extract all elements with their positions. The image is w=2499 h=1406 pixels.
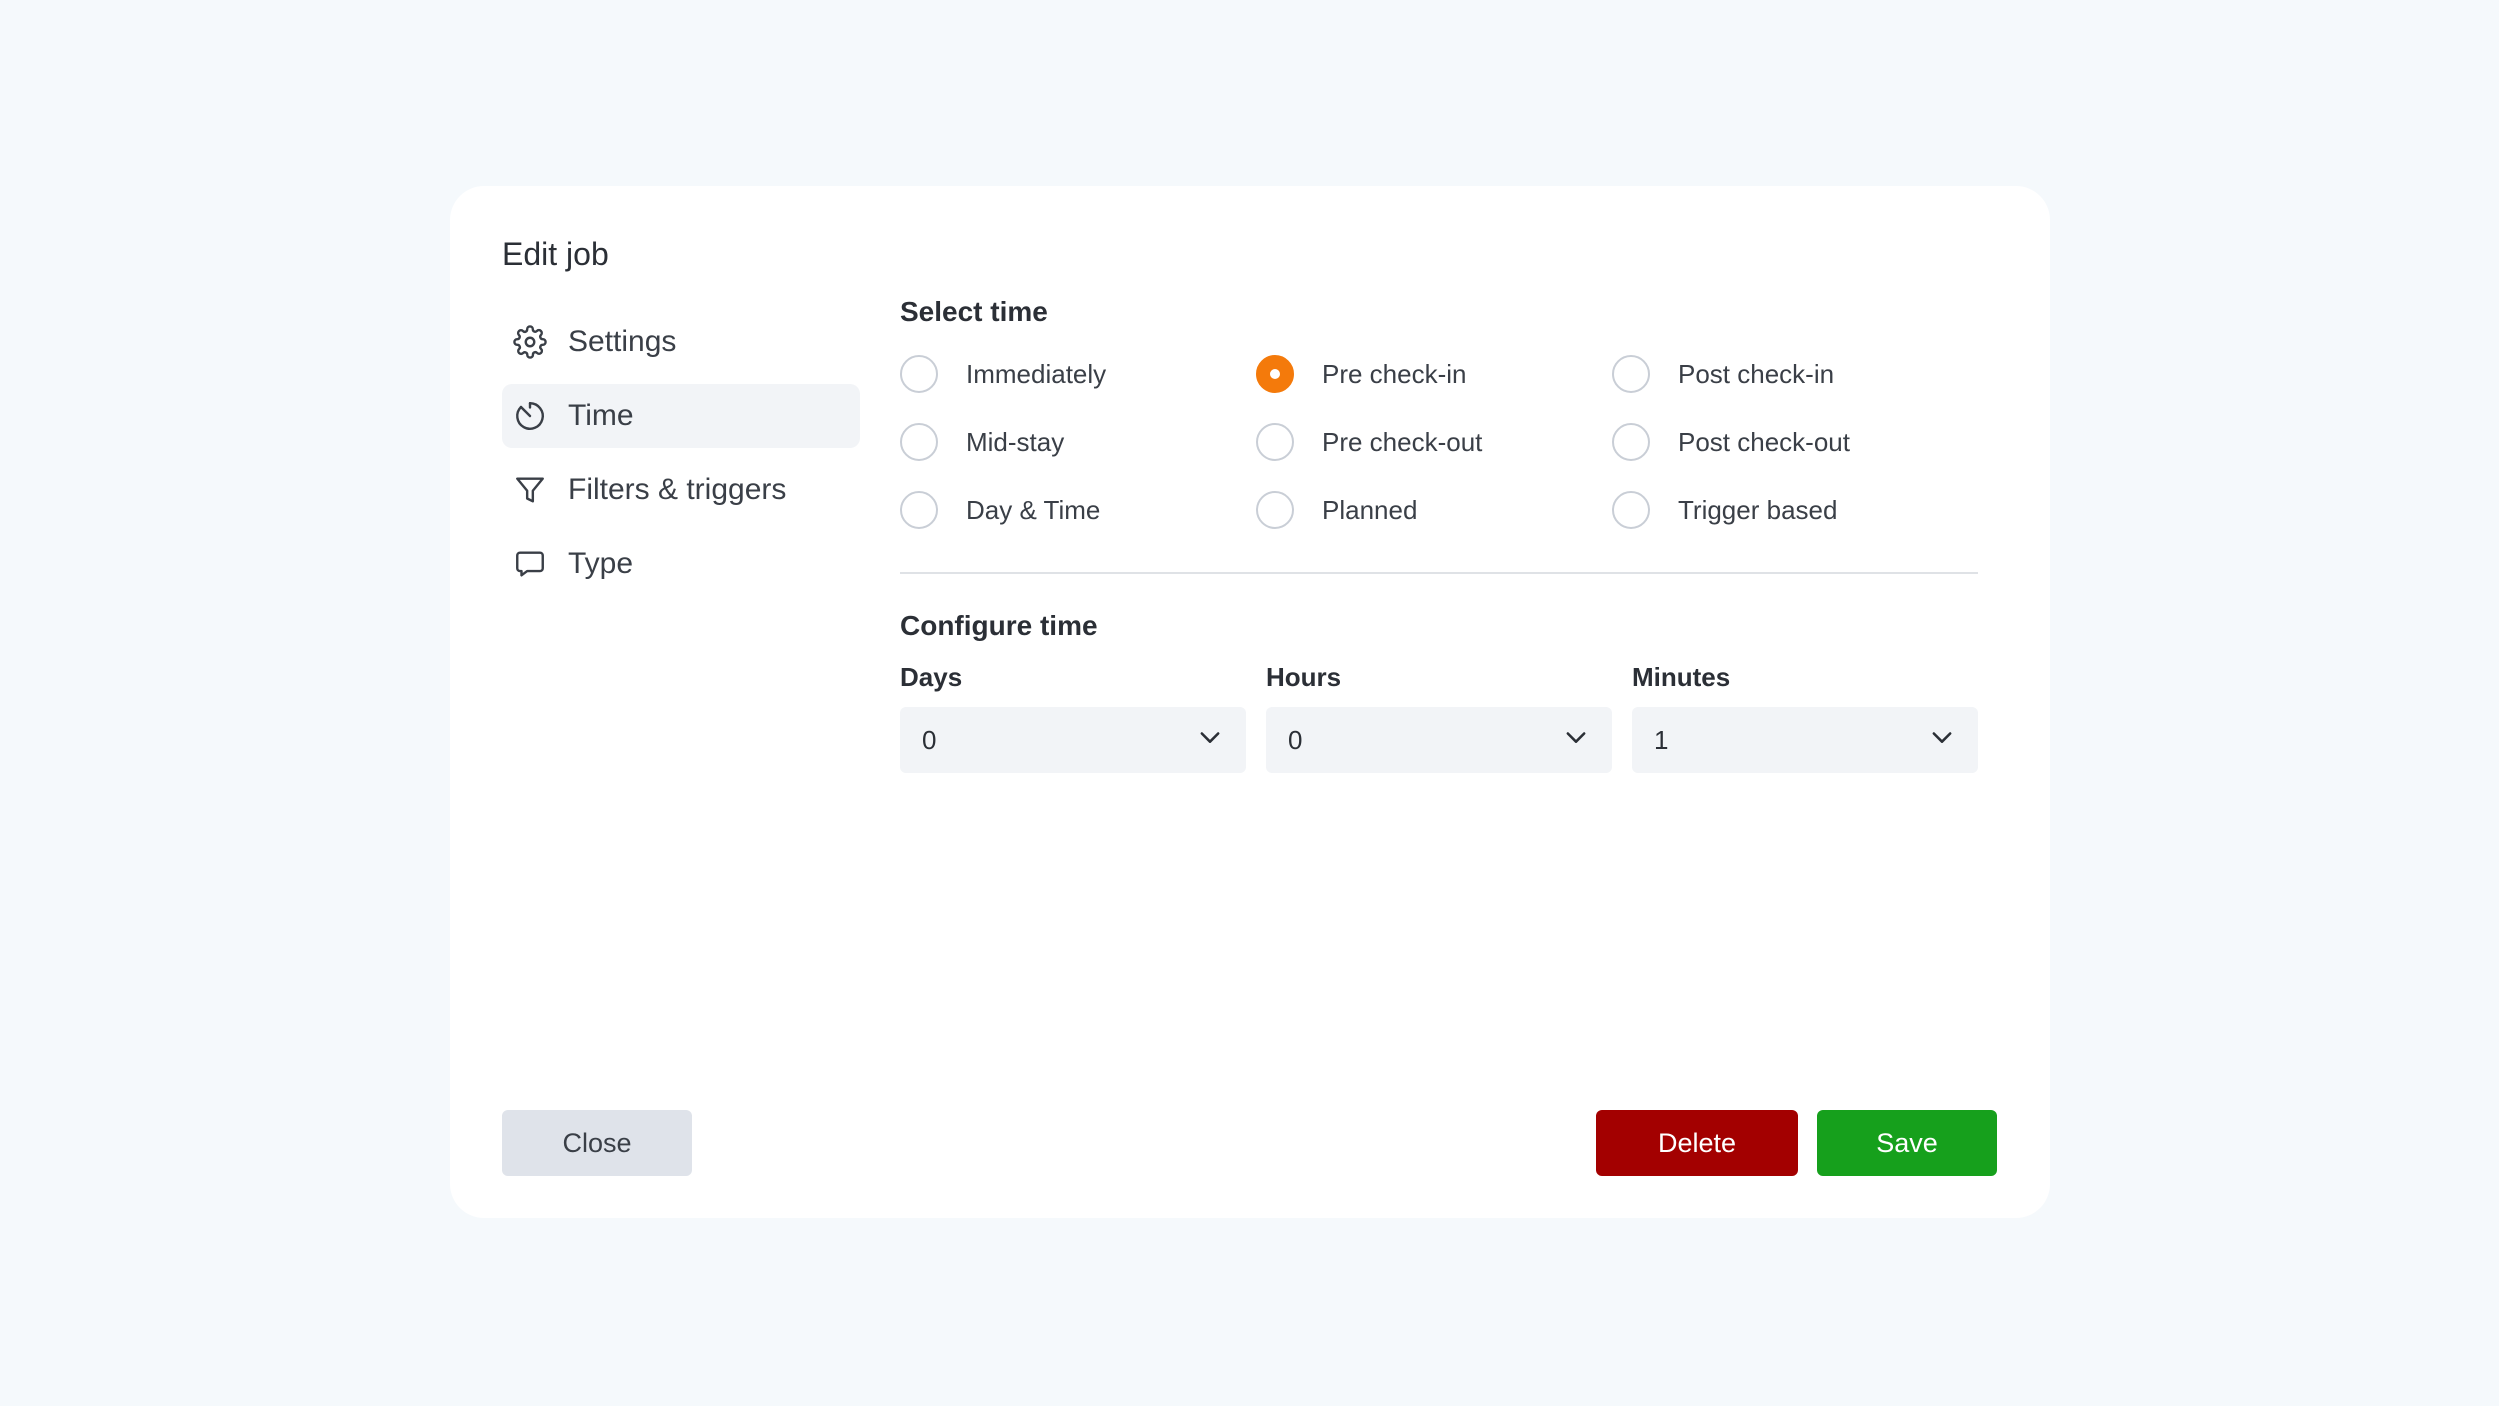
radio-option-pre-check-in[interactable]: Pre check-in bbox=[1256, 340, 1612, 408]
radio-button[interactable] bbox=[900, 491, 938, 529]
time-settings-panel: Select time Immediately Pre check-in Pos… bbox=[900, 296, 1980, 773]
days-value: 0 bbox=[922, 724, 937, 755]
radio-label: Trigger based bbox=[1678, 494, 1838, 525]
chevron-down-icon bbox=[1196, 723, 1224, 758]
radio-label: Post check-in bbox=[1678, 358, 1835, 389]
save-button[interactable]: Save bbox=[1817, 1110, 1997, 1176]
radio-option-post-check-in[interactable]: Post check-in bbox=[1612, 340, 1968, 408]
radio-button[interactable] bbox=[900, 423, 938, 461]
days-label: Days bbox=[900, 662, 963, 692]
sidebar-item-type[interactable]: Type bbox=[502, 532, 860, 596]
sidebar-item-label: Filters & triggers bbox=[568, 473, 787, 506]
radio-option-planned[interactable]: Planned bbox=[1256, 476, 1612, 544]
time-fields: Days 0 Hours 0 Minutes 1 bbox=[900, 662, 1980, 773]
radio-button[interactable] bbox=[1612, 355, 1650, 393]
days-select[interactable]: 0 bbox=[900, 707, 1246, 773]
radio-button[interactable] bbox=[1256, 491, 1294, 529]
sidebar-item-label: Settings bbox=[568, 325, 677, 358]
section-divider bbox=[900, 572, 1978, 574]
radio-label: Pre check-out bbox=[1322, 426, 1483, 457]
sidebar-item-filters-triggers[interactable]: Filters & triggers bbox=[502, 458, 860, 522]
radio-option-immediately[interactable]: Immediately bbox=[900, 340, 1256, 408]
radio-button[interactable] bbox=[900, 355, 938, 393]
radio-button[interactable] bbox=[1256, 355, 1294, 393]
configure-time-heading: Configure time bbox=[900, 610, 1098, 641]
hours-label: Hours bbox=[1266, 662, 1342, 692]
configure-time-section: Configure time Days 0 Hours 0 Minutes 1 bbox=[900, 610, 1980, 773]
chevron-down-icon bbox=[1928, 723, 1956, 758]
radio-button[interactable] bbox=[1256, 423, 1294, 461]
sidebar-item-label: Time bbox=[568, 399, 634, 432]
sidebar-item-label: Type bbox=[568, 547, 634, 580]
radio-option-mid-stay[interactable]: Mid-stay bbox=[900, 408, 1256, 476]
radio-label: Day & Time bbox=[966, 494, 1101, 525]
delete-button[interactable]: Delete bbox=[1596, 1110, 1798, 1176]
close-button[interactable]: Close bbox=[502, 1110, 692, 1176]
minutes-label: Minutes bbox=[1632, 662, 1731, 692]
days-field: Days 0 bbox=[900, 662, 1246, 773]
message-icon bbox=[512, 546, 548, 582]
radio-option-pre-check-out[interactable]: Pre check-out bbox=[1256, 408, 1612, 476]
clock-icon bbox=[512, 398, 548, 434]
radio-label: Planned bbox=[1322, 494, 1418, 525]
select-time-heading: Select time bbox=[900, 296, 1048, 327]
gear-icon bbox=[512, 324, 548, 360]
filter-icon bbox=[512, 472, 548, 508]
radio-label: Immediately bbox=[966, 358, 1107, 389]
minutes-select[interactable]: 1 bbox=[1632, 707, 1978, 773]
hours-value: 0 bbox=[1288, 724, 1303, 755]
minutes-field: Minutes 1 bbox=[1632, 662, 1978, 773]
time-radio-group: Immediately Pre check-in Post check-in M… bbox=[900, 340, 1980, 544]
edit-job-modal: Edit job Settings Time Filters & trigger… bbox=[450, 186, 2050, 1218]
radio-option-day-and-time[interactable]: Day & Time bbox=[900, 476, 1256, 544]
sidebar-item-settings[interactable]: Settings bbox=[502, 310, 860, 374]
minutes-value: 1 bbox=[1654, 724, 1669, 755]
radio-label: Mid-stay bbox=[966, 426, 1065, 457]
radio-option-post-check-out[interactable]: Post check-out bbox=[1612, 408, 1968, 476]
radio-button[interactable] bbox=[1612, 491, 1650, 529]
chevron-down-icon bbox=[1562, 723, 1590, 758]
radio-option-trigger-based[interactable]: Trigger based bbox=[1612, 476, 1968, 544]
hours-field: Hours 0 bbox=[1266, 662, 1612, 773]
sidebar-nav: Settings Time Filters & triggers Type bbox=[502, 310, 860, 606]
hours-select[interactable]: 0 bbox=[1266, 707, 1612, 773]
radio-label: Post check-out bbox=[1678, 426, 1850, 457]
modal-title: Edit job bbox=[502, 236, 609, 272]
radio-label: Pre check-in bbox=[1322, 358, 1467, 389]
sidebar-item-time[interactable]: Time bbox=[502, 384, 860, 448]
radio-button[interactable] bbox=[1612, 423, 1650, 461]
